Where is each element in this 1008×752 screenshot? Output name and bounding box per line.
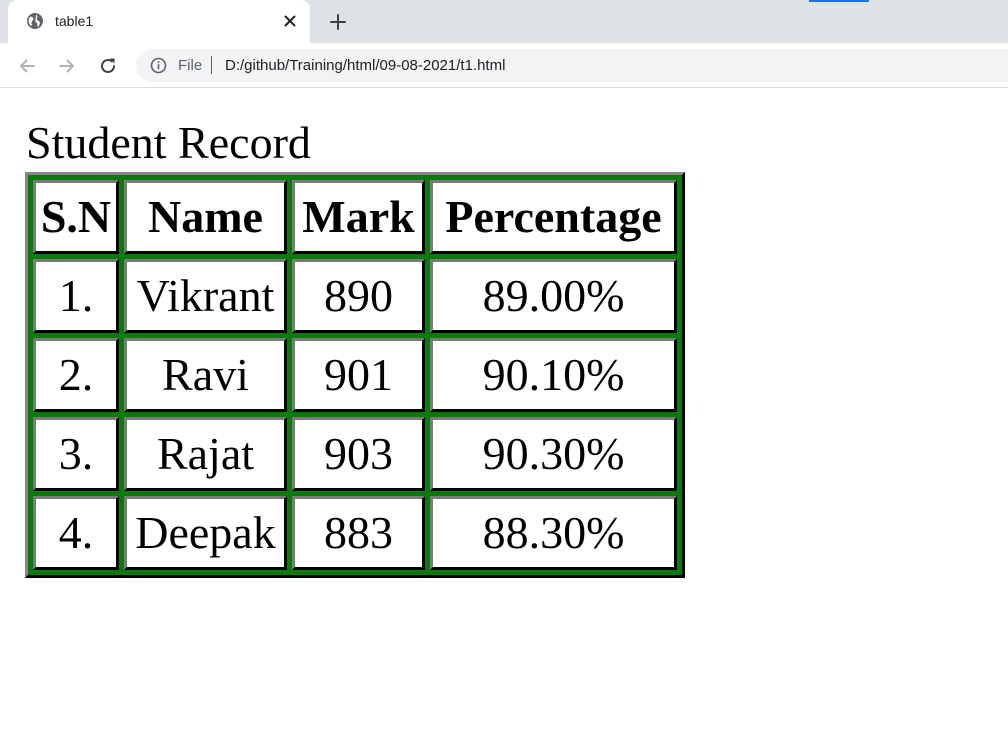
cell-mark: 890 [292,259,425,333]
student-record-table: S.N Name Mark Percentage 1. Vikrant 890 … [25,172,685,578]
column-header-sn: S.N [33,180,119,254]
cell-percentage: 89.00% [430,259,677,333]
cell-sn: 4. [33,496,119,570]
cell-percentage: 88.30% [430,496,677,570]
globe-icon [26,12,44,30]
table-row: 4. Deepak 883 88.30% [33,496,677,570]
table-row: 1. Vikrant 890 89.00% [33,259,677,333]
info-icon[interactable] [150,57,167,74]
close-icon[interactable] [280,11,300,31]
cell-name: Rajat [124,417,287,491]
cell-percentage: 90.30% [430,417,677,491]
cell-name: Ravi [124,338,287,412]
scheme-label: File [178,57,203,74]
tabstrip-accent-line [809,0,869,2]
cell-mark: 883 [292,496,425,570]
tab-strip: table1 [0,0,1008,43]
tab-title: table1 [55,13,94,29]
column-header-name: Name [124,180,287,254]
page-title: Student Record [26,117,311,168]
cell-name: Deepak [124,496,287,570]
table-row: 2. Ravi 901 90.10% [33,338,677,412]
table-header-row: S.N Name Mark Percentage [33,180,677,254]
address-bar[interactable]: File D:/github/Training/html/09-08-2021/… [136,49,1008,82]
arrow-left-icon[interactable] [15,54,39,78]
arrow-right-icon[interactable] [55,54,79,78]
reload-icon[interactable] [96,54,120,78]
url-text[interactable]: D:/github/Training/html/09-08-2021/t1.ht… [225,57,505,74]
column-header-mark: Mark [292,180,425,254]
cell-sn: 3. [33,417,119,491]
plus-icon[interactable] [326,10,350,34]
browser-toolbar: File D:/github/Training/html/09-08-2021/… [0,43,1008,88]
cell-mark: 903 [292,417,425,491]
table-row: 3. Rajat 903 90.30% [33,417,677,491]
scheme-separator [211,56,212,74]
column-header-percentage: Percentage [430,180,677,254]
browser-tab[interactable]: table1 [8,0,310,43]
cell-percentage: 90.10% [430,338,677,412]
cell-sn: 1. [33,259,119,333]
cell-name: Vikrant [124,259,287,333]
cell-mark: 901 [292,338,425,412]
cell-sn: 2. [33,338,119,412]
